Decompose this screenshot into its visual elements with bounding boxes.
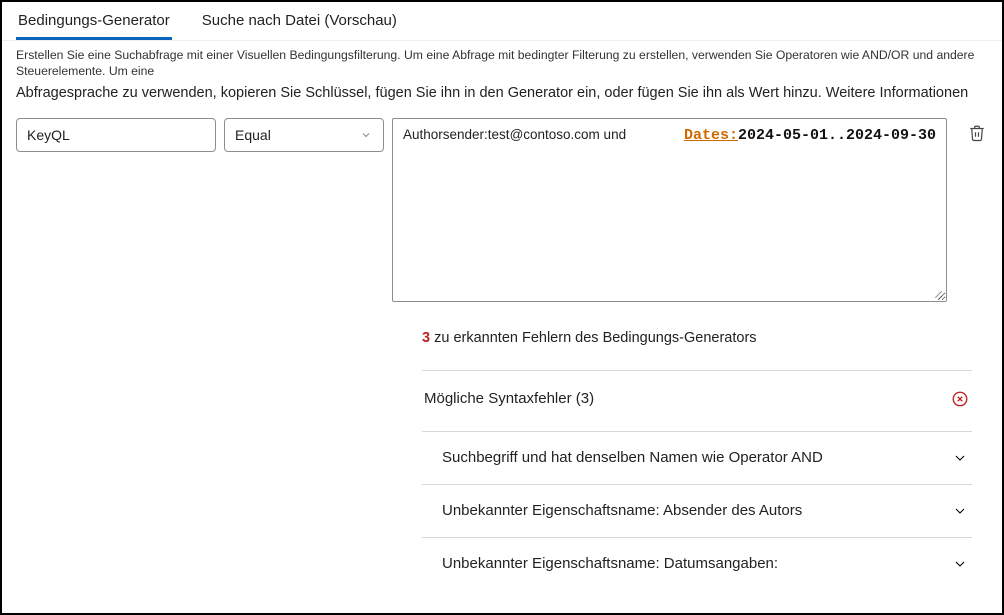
condition-builder-row: KeyQL Equal Authorsender:test@contoso.co… <box>2 118 1002 302</box>
description-line-2: Abfragesprache zu verwenden, kopieren Si… <box>2 80 1002 118</box>
syntax-errors-section-header[interactable]: Mögliche Syntaxfehler (3) <box>422 370 972 431</box>
tab-file-search[interactable]: Suche nach Datei (Vorschau) <box>200 8 399 40</box>
error-item-1[interactable]: Unbekannter Eigenschaftsname: Absender d… <box>422 484 972 537</box>
error-item-2[interactable]: Unbekannter Eigenschaftsname: Datumsanga… <box>422 537 972 590</box>
property-type-input[interactable]: KeyQL <box>16 118 216 152</box>
description-line-1: Erstellen Sie eine Suchabfrage mit einer… <box>2 41 1002 80</box>
operator-select-value: Equal <box>235 127 271 143</box>
query-textarea[interactable]: Authorsender:test@contoso.com und Dates:… <box>392 118 947 302</box>
expand-error-button[interactable] <box>950 501 970 521</box>
errors-panel: 3 zu erkannten Fehlern des Bedingungs-Ge… <box>422 330 972 590</box>
app-frame: Bedingungs-Generator Suche nach Datei (V… <box>0 0 1004 615</box>
tab-condition-generator[interactable]: Bedingungs-Generator <box>16 8 172 40</box>
query-textarea-wrap: Authorsender:test@contoso.com und Dates:… <box>392 118 950 302</box>
error-item-0[interactable]: Suchbegriff und hat denselben Namen wie … <box>422 431 972 484</box>
chevron-down-icon <box>359 128 373 142</box>
delete-condition-button[interactable] <box>966 122 988 144</box>
query-dates-value: 2024-05-01..2024-09-30 <box>738 127 936 144</box>
tab-bar: Bedingungs-Generator Suche nach Datei (V… <box>2 2 1002 41</box>
error-item-label: Unbekannter Eigenschaftsname: Datumsanga… <box>424 555 778 572</box>
error-item-label: Suchbegriff und hat denselben Namen wie … <box>424 449 823 466</box>
expand-error-button[interactable] <box>950 448 970 468</box>
query-dates-token: Dates:2024-05-01..2024-09-30 <box>684 127 936 144</box>
error-summary-text: zu erkannten Fehlern des Bedingungs-Gene… <box>430 330 756 346</box>
error-count: 3 <box>422 330 430 346</box>
query-dates-key: Dates: <box>684 127 738 144</box>
syntax-errors-title: Mögliche Syntaxfehler (3) <box>424 390 594 407</box>
resize-handle-icon <box>931 286 945 300</box>
query-text-prefix: Authorsender:test@contoso.com und <box>403 127 626 142</box>
error-summary: 3 zu erkannten Fehlern des Bedingungs-Ge… <box>422 330 972 370</box>
error-item-label: Unbekannter Eigenschaftsname: Absender d… <box>424 502 802 519</box>
expand-error-button[interactable] <box>950 554 970 574</box>
operator-select[interactable]: Equal <box>224 118 384 152</box>
dismiss-errors-button[interactable] <box>950 389 970 409</box>
